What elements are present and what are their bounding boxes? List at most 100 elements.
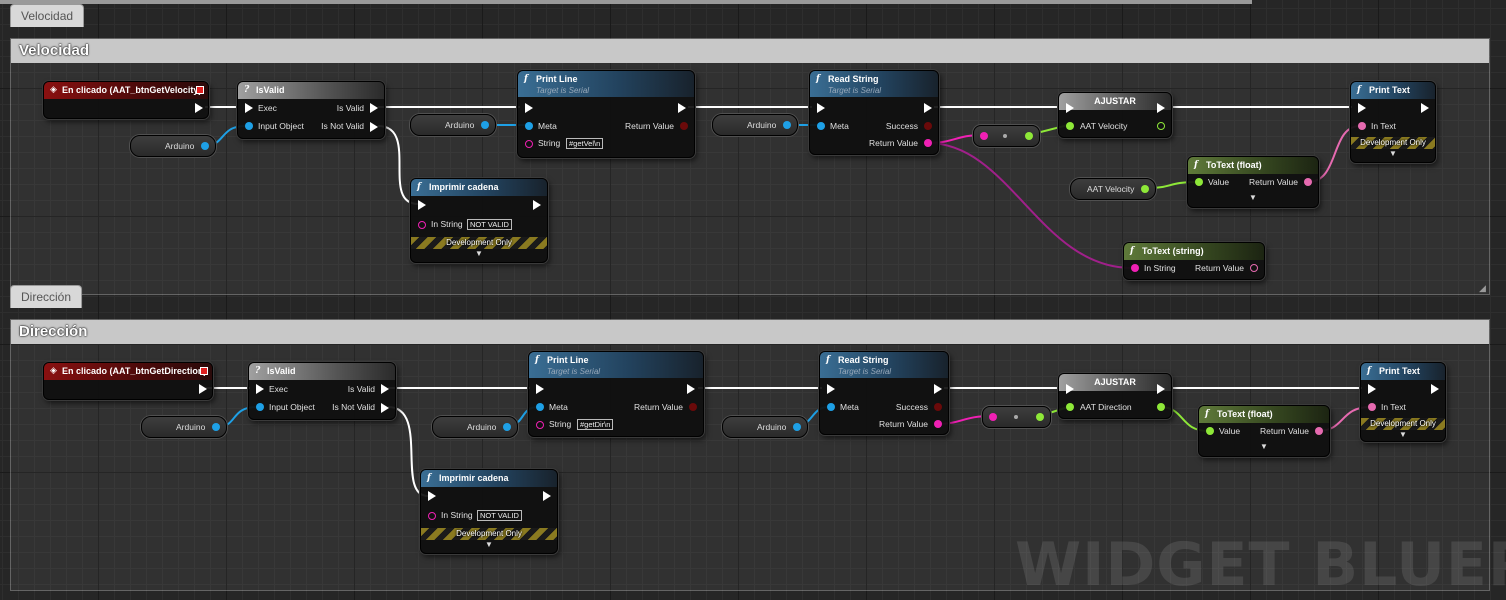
exec-in-pin[interactable] xyxy=(1368,384,1376,394)
comment-title-direccion[interactable]: Dirección xyxy=(11,320,1489,344)
chevron-down-icon[interactable]: ▼ xyxy=(1351,149,1435,158)
totext-float-node[interactable]: f ToText (float) Value Return Value ▼ xyxy=(1198,405,1330,457)
exec-in-pin[interactable] xyxy=(428,491,436,501)
float-out-pin[interactable] xyxy=(1141,185,1149,193)
delegate-pin-icon[interactable] xyxy=(200,367,208,375)
exec-out-pin[interactable] xyxy=(381,384,389,394)
print-line-node[interactable]: f Print Line Target is Serial Meta Return … xyxy=(528,351,704,437)
read-string-node[interactable]: f Read String Target is Serial Meta Succes… xyxy=(809,70,939,155)
float-in-pin[interactable] xyxy=(1066,122,1074,130)
exec-out-pin[interactable] xyxy=(1157,384,1165,394)
exec-out-pin[interactable] xyxy=(678,103,686,113)
float-in-pin[interactable] xyxy=(1206,427,1214,435)
text-out-pin[interactable] xyxy=(1304,178,1312,186)
exec-in-pin[interactable] xyxy=(256,384,264,394)
chevron-down-icon[interactable]: ▼ xyxy=(1188,193,1318,202)
string-in-pin[interactable] xyxy=(525,140,533,148)
float-in-pin[interactable] xyxy=(1195,178,1203,186)
string-input-field[interactable]: NOT VALID xyxy=(467,219,512,230)
float-out-pin[interactable] xyxy=(1036,413,1044,421)
chevron-down-icon[interactable]: ▼ xyxy=(411,249,547,258)
totext-float-node[interactable]: f ToText (float) Value Return Value ▼ xyxy=(1187,156,1319,208)
exec-out-pin[interactable] xyxy=(370,103,378,113)
exec-out-pin[interactable] xyxy=(934,384,942,394)
string-in-pin[interactable] xyxy=(980,132,988,140)
event-node[interactable]: ◈ En clicado (AAT_btnGetDirection) xyxy=(43,362,213,400)
comment-title-velocidad[interactable]: Velocidad xyxy=(11,39,1489,63)
arduino-variable[interactable]: Arduino xyxy=(712,114,798,136)
object-in-pin[interactable] xyxy=(536,403,544,411)
exec-out-pin[interactable] xyxy=(199,384,207,394)
exec-out-pin[interactable] xyxy=(370,122,378,132)
object-in-pin[interactable] xyxy=(245,122,253,130)
comment-bubble-direccion[interactable]: Dirección xyxy=(10,285,83,308)
object-out-pin[interactable] xyxy=(481,121,489,129)
arduino-variable[interactable]: Arduino xyxy=(432,416,518,438)
imprimir-cadena-node[interactable]: f Imprimir cadena In String NOT VALID Dev… xyxy=(420,469,558,554)
exec-in-pin[interactable] xyxy=(817,103,825,113)
arduino-variable[interactable]: Arduino xyxy=(141,416,227,438)
object-in-pin[interactable] xyxy=(827,403,835,411)
exec-out-pin[interactable] xyxy=(687,384,695,394)
exec-in-pin[interactable] xyxy=(536,384,544,394)
bool-out-pin[interactable] xyxy=(689,403,697,411)
exec-out-pin[interactable] xyxy=(1431,384,1439,394)
arduino-variable[interactable]: Arduino xyxy=(130,135,216,157)
exec-in-pin[interactable] xyxy=(418,200,426,210)
arduino-variable[interactable]: Arduino xyxy=(722,416,808,438)
object-in-pin[interactable] xyxy=(525,122,533,130)
object-out-pin[interactable] xyxy=(793,423,801,431)
exec-out-pin[interactable] xyxy=(195,103,203,113)
bool-out-pin[interactable] xyxy=(934,403,942,411)
event-node[interactable]: ◈ En clicado (AAT_btnGetVelocity) xyxy=(43,81,209,119)
totext-string-node[interactable]: f ToText (string) In String Return Value xyxy=(1123,242,1265,280)
resize-handle-icon[interactable]: ◢ xyxy=(1479,284,1487,293)
object-in-pin[interactable] xyxy=(256,403,264,411)
exec-out-pin[interactable] xyxy=(924,103,932,113)
text-out-pin[interactable] xyxy=(1315,427,1323,435)
string-input-field[interactable]: NOT VALID xyxy=(477,510,522,521)
text-in-pin[interactable] xyxy=(1368,403,1376,411)
arduino-variable[interactable]: Arduino xyxy=(410,114,496,136)
imprimir-cadena-node[interactable]: f Imprimir cadena In String NOT VALID Dev… xyxy=(410,178,548,263)
set-node[interactable]: AJUSTAR AAT Direction xyxy=(1058,373,1172,419)
aat-velocity-variable[interactable]: AAT Velocity xyxy=(1070,178,1156,200)
exec-in-pin[interactable] xyxy=(245,103,253,113)
delegate-pin-icon[interactable] xyxy=(196,86,204,94)
exec-out-pin[interactable] xyxy=(1157,103,1165,113)
float-in-pin[interactable] xyxy=(1066,403,1074,411)
exec-in-pin[interactable] xyxy=(1066,103,1074,113)
object-in-pin[interactable] xyxy=(817,122,825,130)
chevron-down-icon[interactable]: ▼ xyxy=(1199,442,1329,451)
string-out-pin[interactable] xyxy=(924,139,932,147)
float-out-pin[interactable] xyxy=(1025,132,1033,140)
exec-out-pin[interactable] xyxy=(381,403,389,413)
print-text-node[interactable]: f Print Text In Text Development Only ▼ xyxy=(1360,362,1446,442)
string-in-pin[interactable] xyxy=(428,512,436,520)
object-out-pin[interactable] xyxy=(201,142,209,150)
exec-out-pin[interactable] xyxy=(533,200,541,210)
object-out-pin[interactable] xyxy=(212,423,220,431)
string-input-field[interactable]: #getVel\n xyxy=(566,138,604,149)
float-out-pin[interactable] xyxy=(1157,122,1165,130)
string-in-pin[interactable] xyxy=(1131,264,1139,272)
chevron-down-icon[interactable]: ▼ xyxy=(421,540,557,549)
exec-in-pin[interactable] xyxy=(827,384,835,394)
exec-in-pin[interactable] xyxy=(525,103,533,113)
isvalid-node[interactable]: ? IsValid Exec Is Valid Input Object Is N… xyxy=(237,81,385,139)
read-string-node[interactable]: f Read String Target is Serial Meta Succes… xyxy=(819,351,949,435)
bool-out-pin[interactable] xyxy=(924,122,932,130)
text-in-pin[interactable] xyxy=(1358,122,1366,130)
conversion-node[interactable] xyxy=(973,125,1040,147)
text-out-pin[interactable] xyxy=(1250,264,1258,272)
set-node[interactable]: AJUSTAR AAT Velocity xyxy=(1058,92,1172,138)
chevron-down-icon[interactable]: ▼ xyxy=(1361,430,1445,439)
object-out-pin[interactable] xyxy=(503,423,511,431)
float-out-pin[interactable] xyxy=(1157,403,1165,411)
object-out-pin[interactable] xyxy=(783,121,791,129)
comment-bubble-velocidad[interactable]: Velocidad xyxy=(10,4,85,27)
bool-out-pin[interactable] xyxy=(680,122,688,130)
exec-out-pin[interactable] xyxy=(1421,103,1429,113)
string-in-pin[interactable] xyxy=(989,413,997,421)
conversion-node[interactable] xyxy=(982,406,1051,428)
